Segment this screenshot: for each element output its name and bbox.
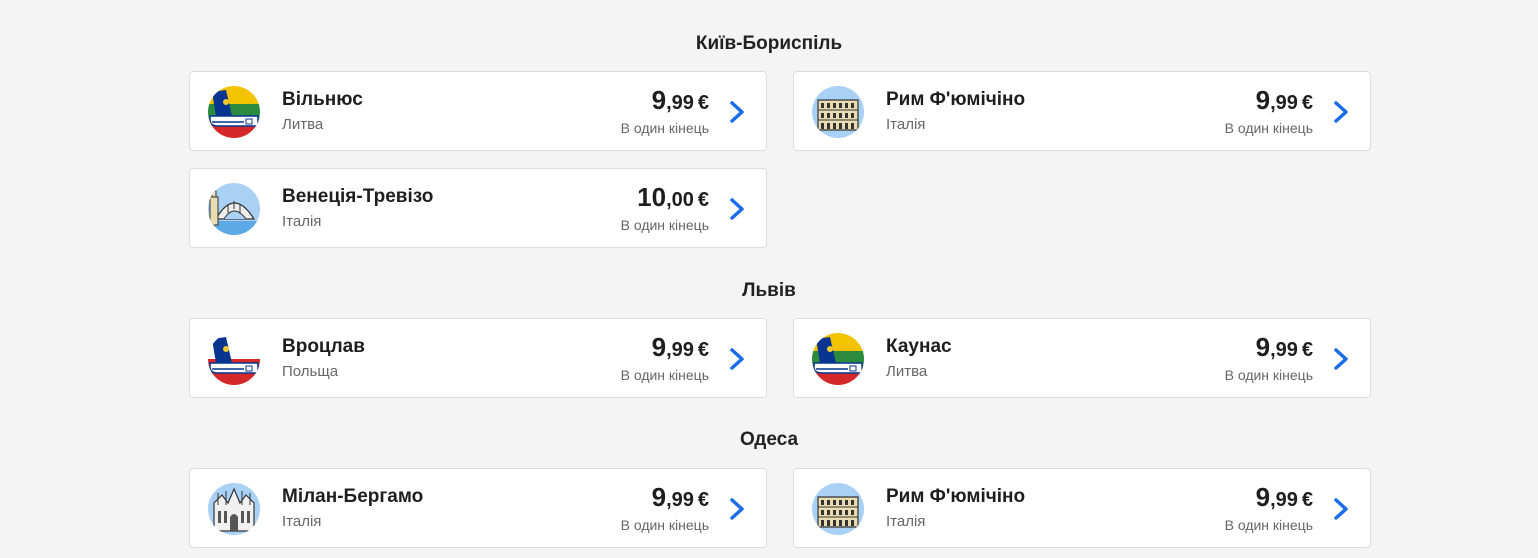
ryanair-tail-poland-icon [208, 333, 260, 385]
chevron-right-icon[interactable] [1332, 497, 1350, 521]
destination-card-rome[interactable]: Рим Ф'юмічіно Італія 9,99 € В один кінець [793, 71, 1371, 151]
destination-card-venice[interactable]: Венеція-Тревізо Італія 10,00 € В один кін… [189, 168, 767, 248]
one-way-label: В один кінець [1224, 120, 1313, 136]
chevron-right-icon[interactable] [728, 497, 746, 521]
chevron-right-icon[interactable] [728, 347, 746, 371]
one-way-label: В один кінець [620, 367, 709, 383]
price-integer: 9 [651, 332, 667, 362]
destination-card-kaunas[interactable]: Каунас Литва 9,99 € В один кінець [793, 318, 1371, 398]
destination-card-vilnius[interactable]: Вільнюс Литва 9,99 € В один кінець [189, 71, 767, 151]
one-way-label: В один кінець [620, 120, 709, 136]
colosseum-icon [812, 86, 864, 138]
price: 9,99 € [652, 482, 709, 513]
section-heading-kyiv: Київ-Бориспіль [695, 33, 843, 54]
destination-city: Мілан-Бергамо [282, 486, 424, 507]
section-heading-odesa: Одеса [739, 429, 799, 450]
price-integer: 9 [1255, 332, 1271, 362]
destination-country: Італія [282, 513, 322, 530]
price-decimal: ,99 [666, 489, 694, 511]
price-integer: 10 [637, 182, 667, 212]
destination-city: Рим Ф'юмічіно [886, 89, 1026, 110]
price: 9,99 € [652, 85, 709, 116]
destination-card-milan[interactable]: Мілан-Бергамо Італія 9,99 € В один кінець [189, 468, 767, 548]
one-way-label: В один кінець [1224, 367, 1313, 383]
ryanair-tail-lithuania-icon [208, 86, 260, 138]
one-way-label: В один кінець [620, 217, 709, 233]
chevron-right-icon[interactable] [728, 100, 746, 124]
destination-city: Вроцлав [282, 336, 365, 357]
destination-country: Італія [886, 116, 926, 133]
price-currency: € [697, 489, 709, 511]
destination-city: Венеція-Тревізо [282, 186, 434, 207]
price-decimal: ,00 [666, 189, 694, 211]
one-way-label: В один кінець [620, 517, 709, 533]
price: 10,00 € [637, 182, 709, 213]
milan-cathedral-icon [208, 483, 260, 535]
destination-country: Литва [282, 116, 324, 133]
price-decimal: ,99 [1270, 92, 1298, 114]
destination-country: Італія [282, 213, 322, 230]
colosseum-icon [812, 483, 864, 535]
price-integer: 9 [1255, 482, 1271, 512]
destination-country: Польща [282, 363, 339, 380]
price: 9,99 € [1256, 85, 1313, 116]
price-decimal: ,99 [666, 92, 694, 114]
price-currency: € [697, 189, 709, 211]
price-integer: 9 [651, 85, 667, 115]
price-decimal: ,99 [1270, 339, 1298, 361]
destination-country: Литва [886, 363, 928, 380]
price: 9,99 € [1256, 332, 1313, 363]
price-integer: 9 [651, 482, 667, 512]
price: 9,99 € [1256, 482, 1313, 513]
price-decimal: ,99 [1270, 489, 1298, 511]
price-currency: € [1301, 92, 1313, 114]
price-currency: € [1301, 489, 1313, 511]
one-way-label: В один кінець [1224, 517, 1313, 533]
venice-bridge-icon [208, 183, 260, 235]
destination-city: Каунас [886, 336, 952, 357]
price-decimal: ,99 [666, 339, 694, 361]
destination-card-rome[interactable]: Рим Ф'юмічіно Італія 9,99 € В один кінець [793, 468, 1371, 548]
chevron-right-icon[interactable] [1332, 100, 1350, 124]
destination-city: Вільнюс [282, 89, 363, 110]
destination-card-wroclaw[interactable]: Вроцлав Польща 9,99 € В один кінець [189, 318, 767, 398]
section-heading-lviv: Львів [742, 280, 796, 301]
price-currency: € [697, 92, 709, 114]
ryanair-tail-lithuania-icon [812, 333, 864, 385]
destination-country: Італія [886, 513, 926, 530]
price-currency: € [1301, 339, 1313, 361]
chevron-right-icon[interactable] [1332, 347, 1350, 371]
price: 9,99 € [652, 332, 709, 363]
price-integer: 9 [1255, 85, 1271, 115]
destination-city: Рим Ф'юмічіно [886, 486, 1026, 507]
chevron-right-icon[interactable] [728, 197, 746, 221]
price-currency: € [697, 339, 709, 361]
